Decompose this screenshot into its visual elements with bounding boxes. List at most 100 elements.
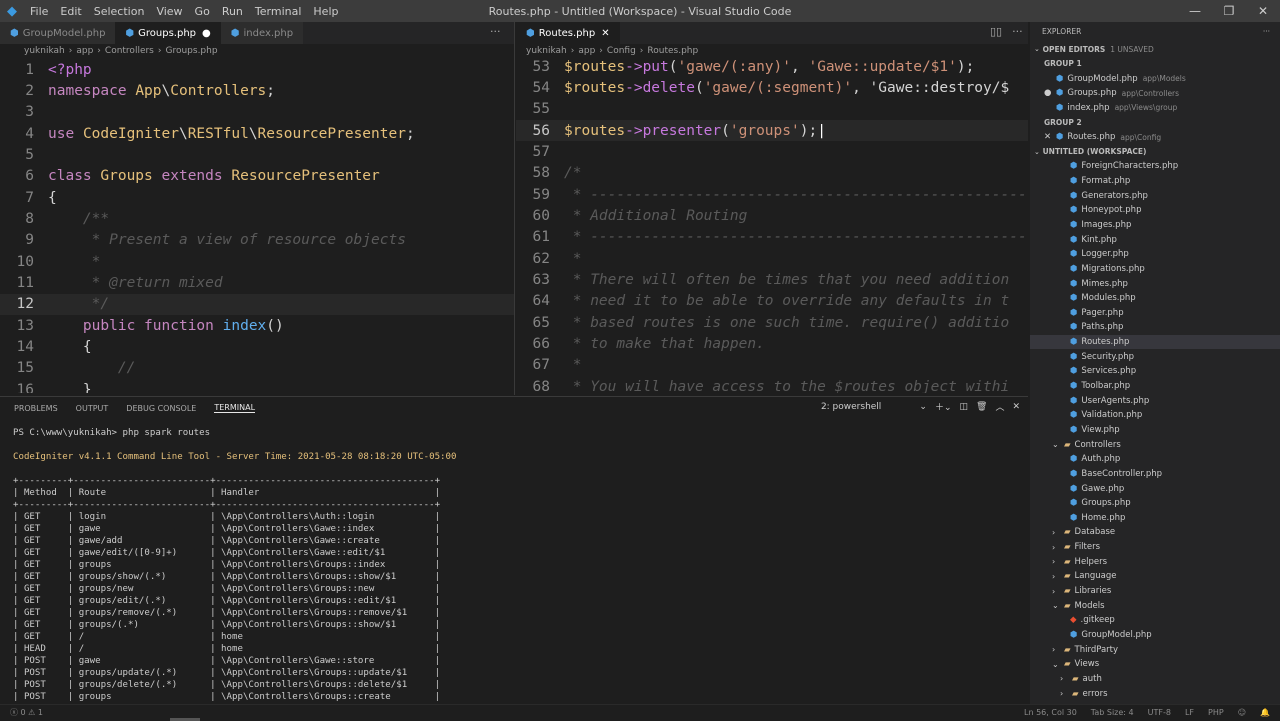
breadcrumb-item[interactable]: Routes.php — [647, 46, 698, 56]
cursor-position[interactable]: Ln 56, Col 30 — [1024, 708, 1077, 717]
breadcrumb-item[interactable]: yuknikah — [24, 46, 65, 56]
file-item[interactable]: ⬢ Modules.php — [1030, 291, 1280, 306]
panel-tab-output[interactable]: OUTPUT — [76, 404, 109, 413]
close-tab-icon[interactable]: ✕ — [601, 28, 609, 39]
file-item[interactable]: ⬢ Routes.php — [1030, 334, 1280, 350]
file-item[interactable]: ⬢ Validation.php — [1030, 408, 1280, 423]
menu-item-go[interactable]: Go — [189, 5, 216, 18]
split-terminal-icon[interactable]: ◫ — [959, 402, 968, 412]
folder-item[interactable]: ⌄ ▰ Controllers — [1030, 437, 1280, 452]
open-editor-item[interactable]: ⬢ GroupModel.php app\Models — [1030, 71, 1280, 86]
file-item[interactable]: ⬢ Generators.php — [1030, 188, 1280, 203]
file-item[interactable]: ⬢ Paths.php — [1030, 320, 1280, 335]
folder-item[interactable]: › ▰ ThirdParty — [1030, 642, 1280, 657]
file-item[interactable]: ⬢ Images.php — [1030, 218, 1280, 233]
editor-tab[interactable]: ⬢ Groups.php ● — [115, 22, 221, 44]
problems-status[interactable]: ⓧ 0 ⚠ 1 — [10, 707, 43, 718]
file-item[interactable]: ⬢ Toolbar.php — [1030, 379, 1280, 394]
file-item[interactable]: ⬢ View.php — [1030, 423, 1280, 438]
editor-tab[interactable]: ⬢ Routes.php ✕ — [516, 22, 620, 44]
menu-item-file[interactable]: File — [24, 5, 54, 18]
language-mode[interactable]: PHP — [1208, 708, 1224, 717]
line-number: 54 — [532, 80, 550, 97]
panel-tab-terminal[interactable]: TERMINAL — [214, 403, 256, 413]
feedback-icon[interactable]: ☺ — [1238, 708, 1246, 717]
panel-tab-debug-console[interactable]: DEBUG CONSOLE — [126, 404, 196, 413]
more-actions-icon[interactable]: ··· — [1263, 22, 1270, 42]
editor-divider[interactable] — [514, 22, 515, 395]
file-item[interactable]: ⬢ ForeignCharacters.php — [1030, 159, 1280, 174]
file-item[interactable]: ⬢ Logger.php — [1030, 247, 1280, 262]
encoding[interactable]: UTF-8 — [1148, 708, 1171, 717]
menu-item-edit[interactable]: Edit — [54, 5, 87, 18]
terminal-output[interactable]: PS C:\www\yuknikah> php spark routes Cod… — [13, 427, 456, 703]
more-actions-icon[interactable]: ··· — [490, 25, 501, 38]
table-header: | Method | Route | Handler | — [13, 488, 441, 498]
terminal-select[interactable]: 2: powershell ⌄ — [821, 402, 927, 412]
close-panel-icon[interactable]: ✕ — [1012, 402, 1020, 412]
file-item[interactable]: ⬢ Services.php — [1030, 364, 1280, 379]
restore-icon[interactable]: ❐ — [1212, 0, 1246, 22]
more-actions-icon[interactable]: ··· — [1012, 25, 1023, 38]
file-item[interactable]: ⬢ Pager.php — [1030, 306, 1280, 321]
editor-routes-php[interactable]: 53 $routes->put('gawe/(:any)', 'Gawe::upd… — [516, 56, 1028, 393]
breadcrumb-item[interactable]: Controllers — [105, 46, 154, 56]
tab-size[interactable]: Tab Size: 4 — [1091, 708, 1134, 717]
menu-item-terminal[interactable]: Terminal — [249, 5, 308, 18]
unsaved-dot-icon[interactable]: ● — [202, 28, 211, 39]
file-item[interactable]: ⬢ Kint.php — [1030, 232, 1280, 247]
file-item[interactable]: ⬢ Groups.php — [1030, 496, 1280, 511]
menu-bar: File Edit Selection View Go Run Terminal Help — [24, 5, 344, 18]
folder-item[interactable]: › ▰ errors — [1030, 686, 1280, 701]
menu-item-run[interactable]: Run — [216, 5, 249, 18]
open-editors-section[interactable]: ⌄ OPEN EDITORS 1 UNSAVED — [1030, 42, 1280, 57]
file-item[interactable]: ⬢ Home.php — [1030, 511, 1280, 526]
menu-item-help[interactable]: Help — [307, 5, 344, 18]
file-item[interactable]: ⬢ GroupModel.php — [1030, 628, 1280, 643]
breadcrumb: yuknikah › app › Controllers › Groups.php — [14, 43, 218, 59]
line-code: <?php — [48, 61, 92, 78]
end-of-line[interactable]: LF — [1185, 708, 1194, 717]
kill-terminal-icon[interactable]: 🗑 — [976, 402, 987, 412]
open-editor-item[interactable]: ✕ ⬢ Routes.php app\Config — [1030, 130, 1280, 145]
folder-item[interactable]: › ▰ Libraries — [1030, 584, 1280, 599]
breadcrumb-item[interactable]: Groups.php — [165, 46, 217, 56]
close-icon[interactable]: ✕ — [1246, 0, 1280, 22]
file-item[interactable]: ◆ .gitkeep — [1030, 613, 1280, 628]
folder-item[interactable]: › ▰ Helpers — [1030, 554, 1280, 569]
open-editor-item[interactable]: ● ⬢ Groups.php app\Controllers — [1030, 86, 1280, 101]
file-item[interactable]: ⬢ Auth.php — [1030, 452, 1280, 467]
file-item[interactable]: ⬢ Mimes.php — [1030, 276, 1280, 291]
breadcrumb-item[interactable]: yuknikah — [526, 46, 567, 56]
breadcrumb-item[interactable]: app — [578, 46, 595, 56]
folder-item[interactable]: › ▰ Filters — [1030, 540, 1280, 555]
new-terminal-icon[interactable]: ＋⌄ — [935, 400, 952, 413]
editor-tab[interactable]: ⬢ index.php — [220, 22, 304, 44]
minimize-icon[interactable]: — — [1178, 0, 1212, 22]
folder-item[interactable]: ⌄ ▰ Views — [1030, 657, 1280, 672]
file-item[interactable]: ⬢ UserAgents.php — [1030, 393, 1280, 408]
file-item[interactable]: ⬢ Migrations.php — [1030, 262, 1280, 277]
breadcrumb-item[interactable]: app — [76, 46, 93, 56]
file-item[interactable]: ⬢ Security.php — [1030, 349, 1280, 364]
chevron-up-icon[interactable]: ︿ — [995, 400, 1004, 413]
split-editor-icon[interactable]: ▯▯ — [990, 25, 1002, 38]
folder-item[interactable]: › ▰ auth — [1030, 672, 1280, 687]
file-item[interactable]: ⬢ BaseController.php — [1030, 467, 1280, 482]
bell-icon[interactable]: 🔔 — [1260, 708, 1270, 717]
file-item[interactable]: ⬢ Honeypot.php — [1030, 203, 1280, 218]
workspace-section[interactable]: ⌄ UNTITLED (WORKSPACE) — [1030, 144, 1280, 159]
file-item[interactable]: ⬢ Format.php — [1030, 174, 1280, 189]
menu-item-view[interactable]: View — [150, 5, 188, 18]
editor-groups-php[interactable]: 1 <?php 2 namespace App\Controllers; 3 4 use C… — [0, 59, 514, 393]
breadcrumb-item[interactable]: Config — [607, 46, 636, 56]
panel-tab-problems[interactable]: PROBLEMS — [14, 404, 58, 413]
menu-item-selection[interactable]: Selection — [88, 5, 151, 18]
folder-item[interactable]: › ▰ Database — [1030, 525, 1280, 540]
file-item[interactable]: ⬢ Gawe.php — [1030, 481, 1280, 496]
line-code: use CodeIgniter\RESTful\ResourcePresente… — [48, 125, 415, 142]
open-editor-item[interactable]: ⬢ index.php app\Views\group — [1030, 101, 1280, 116]
folder-item[interactable]: › ▰ Language — [1030, 569, 1280, 584]
editor-tab[interactable]: ⬢ GroupModel.php — [0, 22, 116, 44]
folder-item[interactable]: ⌄ ▰ Models — [1030, 598, 1280, 613]
